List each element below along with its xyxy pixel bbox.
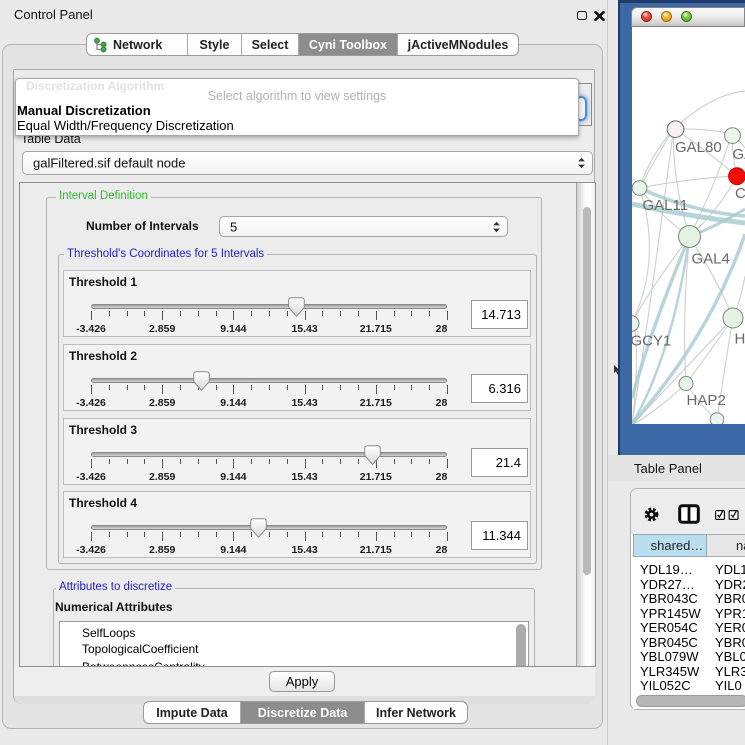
svg-text:GAL4: GAL4 [692, 251, 730, 268]
svg-text:GAL80: GAL80 [675, 139, 722, 156]
svg-text:H: H [735, 331, 745, 348]
svg-text:C: C [735, 185, 745, 202]
svg-text:GCY1: GCY1 [632, 333, 671, 350]
svg-text:GA: GA [733, 146, 745, 163]
svg-text:HAP2: HAP2 [687, 392, 726, 409]
svg-text:GAL11: GAL11 [643, 197, 689, 214]
